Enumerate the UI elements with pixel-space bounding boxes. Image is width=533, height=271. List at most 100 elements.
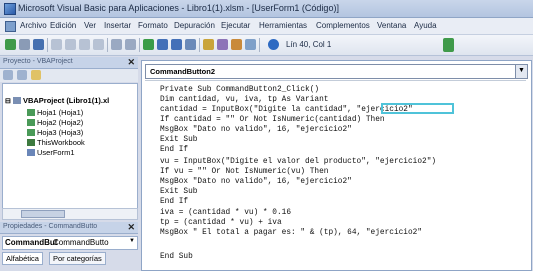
reset-icon[interactable] [171, 39, 182, 50]
tab-por-categorias[interactable]: Por categorías [49, 252, 106, 265]
toolbar-separator [199, 38, 200, 52]
redo-icon[interactable] [125, 39, 136, 50]
toolbar-separator [259, 38, 260, 52]
toolbar-separator [107, 38, 108, 52]
properties-panel-title: Propiedades - CommandButto [3, 223, 98, 230]
code-line[interactable]: Private Sub CommandButton2_Click() [160, 86, 319, 94]
menu-archivo[interactable]: Archivo [20, 21, 47, 30]
vbaproject-icon [12, 97, 21, 104]
close-icon[interactable]: ✕ [127, 57, 135, 68]
properties-panel-header: Propiedades - CommandButto ✕ [0, 222, 138, 234]
menu-herramientas[interactable]: Herramientas [259, 21, 307, 30]
tree-item-userform1[interactable]: UserForm1 [27, 148, 75, 157]
code-line[interactable]: MsgBox " El total a pagar es: " & (tp), … [160, 229, 422, 237]
userform-icon [27, 149, 35, 156]
tree-item-hoja1[interactable]: Hoja1 (Hoja1) [27, 108, 83, 117]
tree-item-label: Hoja2 (Hoja2) [37, 118, 84, 127]
toolbar-separator [139, 38, 140, 52]
find-icon[interactable] [93, 39, 104, 50]
sheet-icon [27, 109, 35, 116]
tree-item-label: Hoja3 (Hoja3) [37, 128, 84, 137]
paste-icon[interactable] [79, 39, 90, 50]
tree-item-hoja3[interactable]: Hoja3 (Hoja3) [27, 128, 83, 137]
view-code-icon[interactable] [3, 70, 13, 80]
code-line[interactable]: MsgBox "Dato no valido", 16, "ejercicio2… [160, 126, 352, 134]
vba-app-icon [4, 3, 16, 15]
toggle-folders-icon[interactable] [31, 70, 41, 80]
code-line[interactable]: If vu = "" Or Not IsNumeric(vu) Then [160, 168, 328, 176]
object-browser-icon[interactable] [231, 39, 242, 50]
title-bar: Microsoft Visual Basic para Aplicaciones… [0, 0, 533, 18]
tree-item-label: UserForm1 [37, 148, 75, 157]
menu-edicion[interactable]: Edición [50, 21, 76, 30]
project-panel-header: Proyecto - VBAProject ✕ [0, 57, 138, 69]
tree-item-label: ThisWorkbook [37, 138, 85, 147]
code-line[interactable]: iva = (cantidad * vu) * 0.16 [160, 209, 291, 217]
code-line[interactable]: Dim cantidad, vu, iva, tp As Variant [160, 96, 328, 104]
excel-icon[interactable] [5, 39, 16, 50]
menu-complementos[interactable]: Complementos [316, 21, 370, 30]
code-line[interactable]: tp = (cantidad * vu) + iva [160, 219, 282, 227]
save-icon[interactable] [33, 39, 44, 50]
chevron-down-icon[interactable]: ▼ [515, 65, 527, 78]
menu-ejecutar[interactable]: Ejecutar [221, 21, 250, 30]
code-window: CommandButton2 ▼ Private Sub CommandButt… [141, 60, 532, 271]
toolbar-handle-icon[interactable] [443, 38, 454, 52]
tab-alfabetica[interactable]: Alfabética [2, 252, 43, 265]
code-line[interactable]: cantidad = InputBox("Digite la cantidad"… [160, 106, 413, 114]
code-line[interactable]: vu = InputBox("Digite el valor del produ… [160, 158, 436, 166]
close-icon[interactable]: ✕ [127, 222, 135, 233]
window-title: Microsoft Visual Basic para Aplicaciones… [18, 3, 339, 13]
code-line[interactable]: MsgBox "Dato no valido", 16, "ejercicio2… [160, 178, 352, 186]
tree-item-thisworkbook[interactable]: ThisWorkbook [27, 138, 85, 147]
toolbar-separator [47, 38, 48, 52]
code-line[interactable]: End Sub [160, 253, 193, 261]
object-combo[interactable]: CommandButton2 ▼ [145, 64, 528, 79]
cut-icon[interactable] [51, 39, 62, 50]
menu-formato[interactable]: Formato [138, 21, 168, 30]
cursor-position: Lín 40, Col 1 [286, 40, 332, 49]
code-line[interactable]: Exit Sub [160, 188, 197, 196]
tree-item-hoja2[interactable]: Hoja2 (Hoja2) [27, 118, 83, 127]
run-icon[interactable] [143, 39, 154, 50]
collapse-icon[interactable]: ⊟ [5, 98, 11, 105]
properties-object-select[interactable]: CommandBut CommandButto ▼ [2, 236, 138, 250]
insert-userform-icon[interactable] [19, 39, 30, 50]
code-line[interactable]: If cantidad = "" Or Not IsNumeric(cantid… [160, 116, 385, 124]
workbook-icon [27, 139, 35, 146]
document-icon[interactable] [5, 21, 16, 32]
menu-bar: Archivo Edición Ver Insertar Formato Dep… [0, 18, 533, 35]
design-mode-icon[interactable] [185, 39, 196, 50]
properties-object-type: CommandButto [53, 238, 109, 247]
sheet-icon [27, 119, 35, 126]
help-icon[interactable] [268, 39, 279, 50]
chevron-down-icon[interactable]: ▼ [129, 238, 135, 244]
menu-ventana[interactable]: Ventana [377, 21, 406, 30]
menu-insertar[interactable]: Insertar [104, 21, 131, 30]
scrollbar-thumb[interactable] [21, 210, 65, 218]
view-object-icon[interactable] [17, 70, 27, 80]
project-explorer-icon[interactable] [203, 39, 214, 50]
code-editor[interactable]: Private Sub CommandButton2_Click() Dim c… [145, 80, 526, 269]
toolbox-icon[interactable] [245, 39, 256, 50]
project-tree: ⊟ VBAProject (Libro1(1).xl Hoja1 (Hoja1)… [2, 83, 138, 209]
sheet-icon [27, 129, 35, 136]
tree-item-label: VBAProject (Libro1(1).xl [22, 96, 110, 105]
menu-ver[interactable]: Ver [84, 21, 96, 30]
properties-window-icon[interactable] [217, 39, 228, 50]
tree-item-label: Hoja1 (Hoja1) [37, 108, 84, 117]
menu-ayuda[interactable]: Ayuda [414, 21, 437, 30]
code-line[interactable]: End If [160, 146, 188, 154]
undo-icon[interactable] [111, 39, 122, 50]
menu-depuracion[interactable]: Depuración [174, 21, 215, 30]
project-panel-toolbar [0, 69, 138, 82]
code-line[interactable]: Exit Sub [160, 136, 197, 144]
object-combo-value: CommandButton2 [150, 67, 215, 76]
highlight-box [381, 103, 454, 114]
copy-icon[interactable] [65, 39, 76, 50]
project-tree-scrollbar[interactable] [2, 208, 138, 220]
code-line[interactable]: End If [160, 198, 188, 206]
break-icon[interactable] [157, 39, 168, 50]
project-panel-title: Proyecto - VBAProject [3, 58, 73, 65]
tree-item-vbaproject[interactable]: ⊟ VBAProject (Libro1(1).xl [5, 96, 109, 105]
